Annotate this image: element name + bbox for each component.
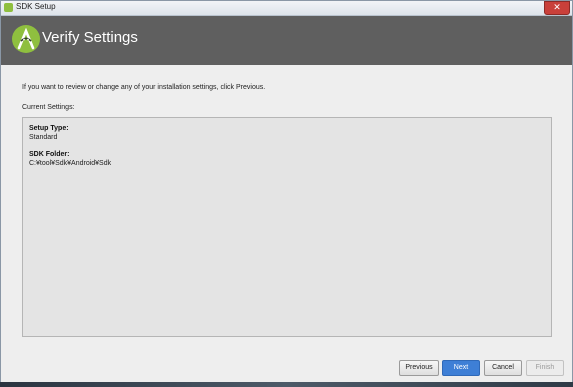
previous-button[interactable]: Previous — [399, 360, 439, 376]
setup-type-label: Setup Type: — [29, 125, 69, 132]
android-studio-icon — [12, 25, 40, 53]
settings-summary-box[interactable]: Setup Type: Standard SDK Folder: C:¥tool… — [22, 117, 552, 337]
sdk-setup-window: SDK Setup ✕ Verify Settings If you want … — [0, 0, 573, 383]
cancel-button[interactable]: Cancel — [484, 360, 522, 376]
wizard-header: Verify Settings — [1, 16, 572, 65]
intro-text: If you want to review or change any of y… — [22, 84, 266, 91]
finish-button[interactable]: Finish — [526, 360, 564, 376]
title-bar[interactable]: SDK Setup ✕ — [1, 1, 572, 16]
app-icon — [4, 3, 13, 12]
next-button[interactable]: Next — [442, 360, 480, 376]
sdk-folder-label: SDK Folder: — [29, 151, 70, 158]
setup-type-value: Standard — [29, 134, 58, 141]
desktop-taskbar-strip — [0, 382, 573, 387]
current-settings-label: Current Settings: — [22, 104, 75, 111]
close-button[interactable]: ✕ — [544, 1, 570, 15]
window-title: SDK Setup — [16, 2, 56, 11]
sdk-folder-value: C:¥tool¥Sdk¥Android¥Sdk — [29, 160, 112, 167]
page-title: Verify Settings — [42, 29, 138, 46]
